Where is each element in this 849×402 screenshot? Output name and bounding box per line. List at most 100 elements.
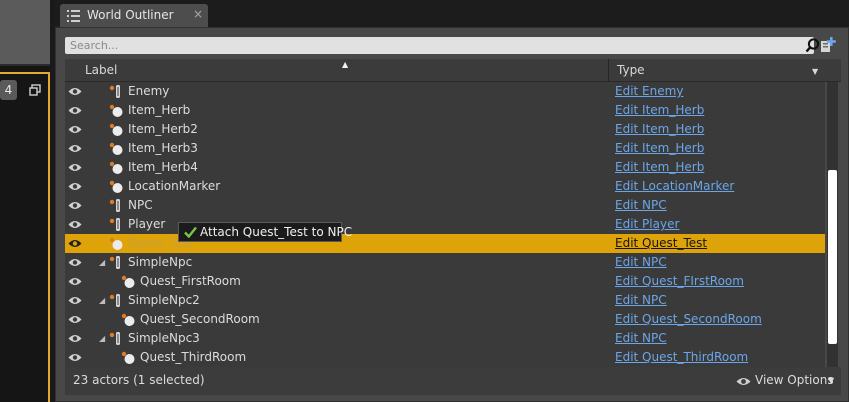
edit-type-link[interactable]: Edit Quest_FIrstRoom [615, 274, 744, 288]
maximize-viewport-icon[interactable] [29, 84, 41, 96]
checkmark-icon [184, 226, 197, 238]
visibility-eye-icon[interactable] [68, 315, 82, 324]
actor-label: Quest_SecondRoom [140, 312, 260, 326]
visibility-eye-icon[interactable] [68, 296, 82, 305]
view-options-label: View Options [755, 373, 834, 387]
edit-type-link[interactable]: Edit NPC [615, 198, 667, 212]
visibility-eye-icon[interactable] [68, 201, 82, 210]
edit-type-link[interactable]: Edit Enemy [615, 84, 683, 98]
actor-label: SimpleNpc3 [128, 331, 200, 345]
actor-label: Item_Herb3 [128, 141, 198, 155]
actor-row[interactable]: ◢ SimpleNpc Edit NPC [65, 253, 825, 272]
actor-row[interactable]: ◢ SimpleNpc3 Edit NPC [65, 329, 825, 348]
actor-row[interactable]: Quest_ThirdRoom Edit Quest_ThirdRoom [65, 348, 825, 367]
actor-row[interactable]: Quest_FirstRoom Edit Quest_FIrstRoom [65, 272, 825, 291]
column-divider[interactable] [608, 59, 609, 82]
tab-title: World Outliner [87, 8, 174, 22]
sphere-icon [109, 123, 123, 136]
edit-type-link[interactable]: Edit Quest_ThirdRoom [615, 350, 748, 364]
sort-ascending-icon: ▲ [342, 60, 349, 69]
pawn-icon [109, 199, 120, 212]
visibility-eye-icon[interactable] [68, 144, 82, 153]
actor-row[interactable]: NPC Edit NPC [65, 196, 825, 215]
visibility-eye-icon[interactable] [68, 258, 82, 267]
pawn-icon [109, 218, 120, 231]
search-input[interactable] [70, 38, 770, 53]
visibility-eye-icon[interactable] [68, 125, 82, 134]
actor-label: SimpleNpc2 [128, 293, 200, 307]
edit-type-link[interactable]: Edit Quest_SecondRoom [615, 312, 762, 326]
pawn-icon [109, 256, 120, 269]
search-icon[interactable] [805, 38, 820, 53]
eye-icon [736, 378, 751, 385]
actor-label: Enemy [128, 84, 170, 98]
viewport-focus-frame [0, 72, 50, 402]
sphere-icon [121, 351, 135, 364]
actor-label: Player [128, 217, 166, 231]
edit-type-link[interactable]: Edit Item_Herb [615, 122, 704, 136]
actor-row[interactable]: Item_Herb Edit Item_Herb [65, 101, 825, 120]
edit-type-link[interactable]: Edit NPC [615, 331, 667, 345]
expand-arrow-icon[interactable]: ◢ [99, 258, 105, 267]
visibility-eye-icon[interactable] [68, 87, 82, 96]
sphere-icon [121, 313, 135, 326]
list-icon [67, 10, 80, 22]
actor-label: Quest_ThirdRoom [140, 350, 247, 364]
visibility-eye-icon[interactable] [68, 106, 82, 115]
edit-type-link[interactable]: Edit Item_Herb [615, 103, 704, 117]
pawn-icon [109, 85, 120, 98]
close-tab-icon[interactable]: × [193, 7, 203, 21]
add-filter-icon[interactable] [819, 36, 837, 54]
edit-type-link[interactable]: Edit LocationMarker [615, 179, 734, 193]
edit-type-link[interactable]: Edit NPC [615, 255, 667, 269]
visibility-eye-icon[interactable] [68, 220, 82, 229]
pawn-icon [109, 332, 120, 345]
actor-label: LocationMarker [128, 179, 221, 193]
actor-count: 23 actors (1 selected) [73, 373, 205, 387]
actor-label: NPC [128, 198, 153, 212]
tab-world-outliner[interactable]: World Outliner × [60, 4, 208, 28]
scrollbar-thumb[interactable] [828, 170, 837, 344]
actor-row[interactable]: Item_Herb4 Edit Item_Herb [65, 158, 825, 177]
actor-row[interactable]: Item_Herb3 Edit Item_Herb [65, 139, 825, 158]
view-options-button[interactable]: View Options ▼ [736, 373, 840, 390]
edit-type-link[interactable]: Edit Item_Herb [615, 141, 704, 155]
visibility-eye-icon[interactable] [68, 334, 82, 343]
actor-label: SimpleNpc [128, 255, 193, 269]
visibility-eye-icon[interactable] [68, 182, 82, 191]
edit-type-link[interactable]: Edit Item_Herb [615, 160, 704, 174]
actor-row[interactable]: Quest_SecondRoom Edit Quest_SecondRoom [65, 310, 825, 329]
actor-row[interactable]: Item_Herb2 Edit Item_Herb [65, 120, 825, 139]
chevron-down-icon: ▼ [828, 376, 835, 385]
visibility-eye-icon[interactable] [68, 239, 82, 248]
type-column-header[interactable]: Type [617, 63, 645, 77]
sphere-icon [109, 104, 123, 117]
visibility-eye-icon[interactable] [68, 277, 82, 286]
pawn-icon [109, 294, 120, 307]
actor-label: Item_Herb4 [128, 160, 198, 174]
tooltip-text: Attach Quest_Test to NPC [200, 225, 353, 239]
sphere-icon [109, 180, 123, 193]
edit-type-link[interactable]: Edit Quest_Test [615, 236, 707, 250]
edit-type-link[interactable]: Edit Player [615, 217, 679, 231]
editor-window: 4 World Outliner × Label [0, 0, 849, 402]
viewport-toolbar-area [0, 0, 50, 66]
sphere-icon [121, 275, 135, 288]
edit-type-link[interactable]: Edit NPC [615, 293, 667, 307]
actor-row[interactable]: ◢ SimpleNpc2 Edit NPC [65, 291, 825, 310]
status-bar: 23 actors (1 selected) View Options ▼ [65, 367, 841, 395]
expand-arrow-icon[interactable]: ◢ [99, 296, 105, 305]
column-header: Label ▲ Type ▼ [65, 59, 841, 82]
expand-arrow-icon[interactable]: ◢ [99, 334, 105, 343]
camera-speed-button[interactable]: 4 [0, 80, 17, 100]
sphere-icon [109, 161, 123, 174]
actor-row[interactable]: Enemy Edit Enemy [65, 82, 825, 101]
visibility-eye-icon[interactable] [68, 163, 82, 172]
actor-row[interactable]: LocationMarker Edit LocationMarker [65, 177, 825, 196]
label-column-header[interactable]: Label [85, 63, 117, 77]
actor-label: Item_Herb2 [128, 122, 198, 136]
scrollbar[interactable] [827, 82, 838, 367]
visibility-eye-icon[interactable] [68, 353, 82, 362]
actor-label: Item_Herb [128, 103, 191, 117]
type-column-dropdown-icon[interactable]: ▼ [812, 67, 818, 76]
